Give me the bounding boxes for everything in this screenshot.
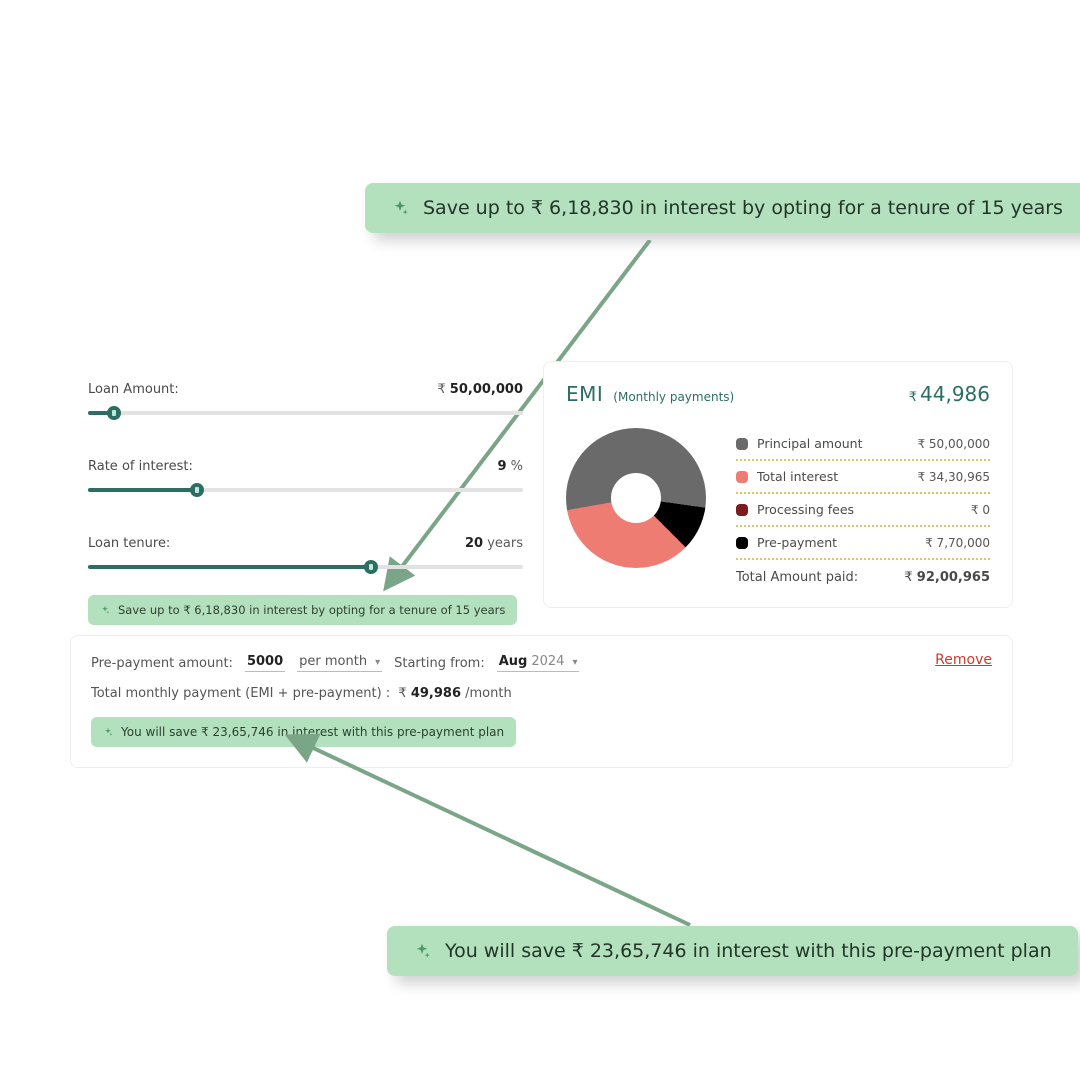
legend-value-principal: ₹ 50,00,000 [917,437,990,451]
prepay-start-select[interactable]: Aug 2024▾ [497,654,580,672]
loan-amount-label: Loan Amount: [88,382,179,397]
legend-total-label: Total Amount paid: [736,570,858,585]
emi-breakdown-donut [566,428,706,568]
loan-tenure-value: 20 years [465,536,523,551]
prepay-amount-input[interactable]: 5000 [245,654,285,672]
sparkle-icon [100,605,110,615]
interest-rate-label: Rate of interest: [88,459,193,474]
tenure-savings-chip-text: Save up to ₹ 6,18,830 in interest by opt… [118,603,505,617]
loan-amount-slider[interactable] [88,411,523,415]
emi-value: ₹44,986 [909,382,990,406]
sparkle-icon [413,942,431,960]
legend-swatch-interest [736,471,748,483]
savings-tip-text: You will save ₹ 23,65,746 in interest wi… [445,940,1052,962]
emi-subtitle: (Monthly payments) [613,390,734,404]
legend-swatch-fees [736,504,748,516]
chevron-down-icon: ▾ [375,657,380,668]
legend-swatch-principal [736,438,748,450]
savings-tip-callout-bottom: You will save ₹ 23,65,746 in interest wi… [387,926,1078,976]
emi-legend: Principal amount ₹ 50,00,000 Total inter… [736,428,990,585]
loan-amount-value: ₹ 50,00,000 [437,382,523,397]
remove-prepayment-link[interactable]: Remove [935,652,992,668]
loan-tenure-slider[interactable] [88,565,523,569]
interest-rate-slider[interactable] [88,488,523,492]
legend-label-principal: Principal amount [757,436,862,451]
loan-inputs-panel: Loan Amount: ₹ 50,00,000 Rate of interes… [88,382,523,569]
legend-label-interest: Total interest [757,469,838,484]
prepayment-panel: Remove Pre-payment amount: 5000 per mont… [70,635,1013,768]
prepay-savings-chip-text: You will save ₹ 23,65,746 in interest wi… [121,725,504,739]
sparkle-icon [103,727,113,737]
prepay-total-line: Total monthly payment (EMI + pre-payment… [91,686,992,701]
tenure-savings-chip: Save up to ₹ 6,18,830 in interest by opt… [88,595,517,625]
prepay-start-label: Starting from: [394,656,485,671]
savings-tip-text: Save up to ₹ 6,18,830 in interest by opt… [423,197,1063,219]
prepay-amount-label: Pre-payment amount: [91,656,233,671]
interest-rate-value: 9 % [497,459,523,474]
legend-value-interest: ₹ 34,30,965 [917,470,990,484]
emi-title: EMI [566,382,603,406]
prepay-frequency-select[interactable]: per month▾ [297,654,382,672]
savings-tip-callout-top: Save up to ₹ 6,18,830 in interest by opt… [365,183,1080,233]
legend-value-fees: ₹ 0 [971,503,990,517]
legend-total-value: ₹ 92,00,965 [904,570,990,585]
emi-summary-panel: EMI (Monthly payments) ₹44,986 Principal… [543,361,1013,608]
legend-value-prepay: ₹ 7,70,000 [925,536,990,550]
sparkle-icon [391,199,409,217]
prepay-savings-chip: You will save ₹ 23,65,746 in interest wi… [91,717,516,747]
legend-label-fees: Processing fees [757,502,854,517]
legend-swatch-prepay [736,537,748,549]
loan-tenure-label: Loan tenure: [88,536,170,551]
legend-label-prepay: Pre-payment [757,535,837,550]
chevron-down-icon: ▾ [572,657,577,668]
